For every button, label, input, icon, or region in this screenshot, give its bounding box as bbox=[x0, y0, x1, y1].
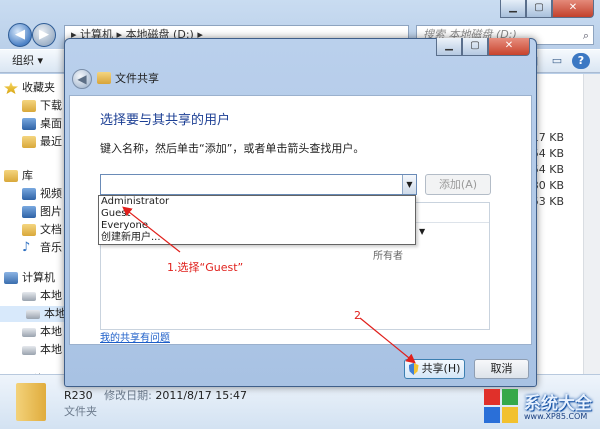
watermark-url: www.XP85.COM bbox=[524, 412, 588, 421]
share-button[interactable]: 共享(H) bbox=[404, 359, 465, 379]
dialog-back-button[interactable]: ◀ bbox=[72, 69, 92, 89]
dialog-description: 键入名称，然后单击“添加”，或者单击箭头查找用户。 bbox=[100, 142, 365, 155]
chevron-down-icon: ▾ bbox=[37, 54, 44, 67]
dialog-maximize-button[interactable]: ▢ bbox=[462, 38, 488, 56]
navigation-pane: 收藏夹 下载 桌面 最近 库 视频 图片 文档 ♪ 音乐 计算机 本地 本地 本地… bbox=[0, 74, 66, 374]
dropdown-option-everyone[interactable]: Everyone bbox=[99, 220, 415, 232]
nav-item-pictures[interactable]: 图片 bbox=[22, 204, 62, 220]
search-icon[interactable]: ⌕ bbox=[583, 27, 589, 45]
forward-button[interactable]: ▶ bbox=[32, 23, 56, 47]
vertical-scrollbar[interactable] bbox=[583, 74, 600, 374]
dropdown-option-guest[interactable]: Guest bbox=[99, 208, 415, 220]
user-name-combobox[interactable]: ▼ bbox=[100, 174, 417, 195]
add-button[interactable]: 添加(A) bbox=[425, 174, 491, 195]
computer-icon bbox=[4, 272, 18, 284]
chevron-down-icon[interactable]: ▼ bbox=[402, 175, 416, 194]
nav-label: 本地 bbox=[40, 325, 62, 338]
nav-label: 收藏夹 bbox=[22, 81, 55, 94]
windows-logo-icon bbox=[484, 389, 518, 423]
star-icon bbox=[4, 82, 18, 94]
desktop-icon bbox=[22, 118, 36, 130]
details-type: 文件夹 bbox=[64, 405, 97, 418]
close-button[interactable]: ✕ bbox=[552, 0, 594, 18]
details-name: R230 bbox=[64, 389, 93, 402]
nav-item-libraries[interactable]: 库 bbox=[4, 168, 33, 184]
share-folder-icon bbox=[97, 72, 111, 84]
logo-tile bbox=[484, 389, 500, 405]
maximize-button[interactable]: ▢ bbox=[526, 0, 552, 18]
nav-item-recent[interactable]: 最近 bbox=[22, 134, 62, 150]
nav-label: 音乐 bbox=[40, 241, 62, 254]
nav-item-desktop[interactable]: 桌面 bbox=[22, 116, 62, 132]
dialog-title-bar: 文件共享 bbox=[97, 70, 159, 86]
nav-label: 视频 bbox=[40, 187, 62, 200]
nav-label: 文档 bbox=[40, 223, 62, 236]
nav-label: 计算机 bbox=[22, 271, 55, 284]
nav-label: 本地 bbox=[40, 289, 62, 302]
nav-item-music[interactable]: ♪ 音乐 bbox=[22, 240, 62, 256]
nav-label: 本地 bbox=[44, 307, 66, 320]
details-name-row: R230 修改日期: 2011/8/17 15:47 bbox=[64, 387, 247, 403]
cancel-button[interactable]: 取消 bbox=[474, 359, 529, 379]
dialog-heading: 选择要与其共享的用户 bbox=[100, 113, 231, 128]
nav-item-drive-d[interactable]: 本地 bbox=[0, 306, 66, 322]
user-dropdown-list[interactable]: Administrator Guest Everyone 创建新用户... bbox=[98, 195, 416, 245]
library-icon bbox=[4, 170, 18, 182]
recent-places-icon bbox=[22, 136, 36, 148]
dialog-minimize-button[interactable]: ▁ bbox=[436, 38, 462, 56]
watermark: 系统大全 www.XP85.COM bbox=[480, 383, 600, 429]
video-icon bbox=[22, 188, 36, 200]
organize-button[interactable]: 组织 ▾ bbox=[12, 54, 43, 68]
logo-tile bbox=[502, 389, 518, 405]
organize-label: 组织 bbox=[12, 54, 34, 67]
sharing-problem-link[interactable]: 我的共享有问题 bbox=[100, 329, 170, 344]
annotation-step2: 2 bbox=[354, 309, 361, 322]
share-button-label: 共享(H) bbox=[421, 362, 461, 375]
nav-label: 桌面 bbox=[40, 117, 62, 130]
details-modified-value: 2011/8/17 15:47 bbox=[155, 389, 247, 402]
nav-item-drive-f[interactable]: 本地 bbox=[22, 342, 62, 358]
dialog-title: 文件共享 bbox=[115, 72, 159, 85]
permission-dropdown-icon[interactable]: ▼ bbox=[419, 227, 425, 236]
nav-label: 库 bbox=[22, 169, 33, 182]
document-icon bbox=[22, 224, 36, 236]
dialog-window-controls: ▁ ▢ ✕ bbox=[436, 38, 530, 56]
annotation-step1: 1.选择“Guest” bbox=[167, 261, 244, 274]
drive-icon bbox=[22, 291, 36, 301]
minimize-button[interactable]: ▁ bbox=[500, 0, 526, 18]
drive-icon bbox=[26, 309, 40, 319]
owner-permission-text: 所有者 bbox=[373, 251, 403, 262]
logo-tile bbox=[502, 407, 518, 423]
dialog-close-button[interactable]: ✕ bbox=[488, 38, 530, 56]
nav-item-downloads[interactable]: 下载 bbox=[22, 98, 62, 114]
drive-icon bbox=[22, 327, 36, 337]
nav-item-drive-e[interactable]: 本地 bbox=[22, 324, 62, 340]
back-button[interactable]: ◀ bbox=[8, 23, 32, 47]
shield-icon bbox=[408, 363, 419, 375]
nav-item-documents[interactable]: 文档 bbox=[22, 222, 62, 238]
details-modified-label: 修改日期: bbox=[104, 389, 152, 402]
nav-label: 下载 bbox=[40, 99, 62, 112]
help-icon[interactable]: ? bbox=[572, 53, 590, 69]
nav-item-drive-c[interactable]: 本地 bbox=[22, 288, 62, 304]
nav-label: 本地 bbox=[40, 343, 62, 356]
picture-icon bbox=[22, 206, 36, 218]
nav-item-favorites[interactable]: 收藏夹 bbox=[4, 80, 55, 96]
nav-item-videos[interactable]: 视频 bbox=[22, 186, 62, 202]
dropdown-option-administrator[interactable]: Administrator bbox=[99, 196, 415, 208]
downloads-folder-icon bbox=[22, 100, 36, 112]
watermark-text: 系统大全 bbox=[524, 394, 592, 414]
music-note-icon: ♪ bbox=[22, 240, 31, 255]
preview-pane-icon[interactable]: ▭ bbox=[548, 53, 566, 69]
nav-label: 图片 bbox=[40, 205, 62, 218]
nav-label: 最近 bbox=[40, 135, 62, 148]
explorer-window-controls: ▁ ▢ ✕ bbox=[500, 0, 594, 18]
logo-tile bbox=[484, 407, 500, 423]
nav-item-computer[interactable]: 计算机 bbox=[4, 270, 55, 286]
folder-icon bbox=[16, 383, 46, 421]
dropdown-option-create-user[interactable]: 创建新用户... bbox=[99, 232, 415, 244]
drive-icon bbox=[22, 345, 36, 355]
